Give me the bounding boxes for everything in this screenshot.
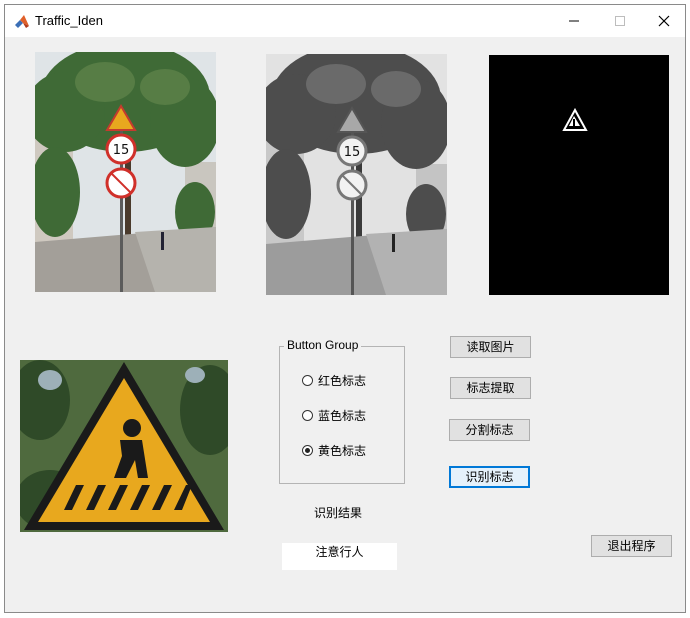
close-button[interactable] <box>641 5 687 37</box>
extract-sign-button[interactable]: 标志提取 <box>450 377 531 399</box>
binary-image <box>489 55 669 295</box>
grayscale-image: 15 <box>266 54 447 295</box>
result-label: 识别结果 <box>314 506 363 520</box>
matlab-icon <box>14 14 30 30</box>
main-window: Traffic_Iden 15 15 Button Group 红色标志 蓝色标… <box>4 4 686 613</box>
radio-indicator[interactable] <box>302 444 313 456</box>
radio-label: 红色标志 <box>318 373 367 388</box>
minimize-button[interactable] <box>551 5 597 37</box>
button-group-panel: Button Group 红色标志 蓝色标志 黄色标志 <box>279 338 405 484</box>
original-image: 15 <box>35 52 216 292</box>
maximize-icon <box>615 16 625 26</box>
minimize-icon <box>569 20 579 22</box>
radio-blue-sign[interactable]: 蓝色标志 <box>302 406 366 424</box>
exit-button[interactable]: 退出程序 <box>591 535 672 557</box>
radio-label: 蓝色标志 <box>318 408 367 423</box>
segmented-sign-image <box>20 360 228 532</box>
radio-yellow-sign[interactable]: 黄色标志 <box>302 441 366 459</box>
identify-sign-button[interactable]: 识别标志 <box>449 466 530 488</box>
maximize-button[interactable] <box>597 5 643 37</box>
svg-text:15: 15 <box>113 143 130 158</box>
read-image-button[interactable]: 读取图片 <box>450 336 531 358</box>
title-bar[interactable]: Traffic_Iden <box>5 5 685 37</box>
radio-red-sign[interactable]: 红色标志 <box>302 371 366 389</box>
segment-sign-button[interactable]: 分割标志 <box>449 419 530 441</box>
window-title: Traffic_Iden <box>35 13 103 28</box>
radio-label: 黄色标志 <box>318 443 367 458</box>
svg-text:15: 15 <box>344 145 361 160</box>
radio-indicator[interactable] <box>302 374 313 386</box>
close-icon <box>658 15 670 27</box>
radio-indicator[interactable] <box>302 409 313 421</box>
result-text-field: 注意行人 <box>282 543 397 570</box>
button-group-title: Button Group <box>284 338 362 352</box>
